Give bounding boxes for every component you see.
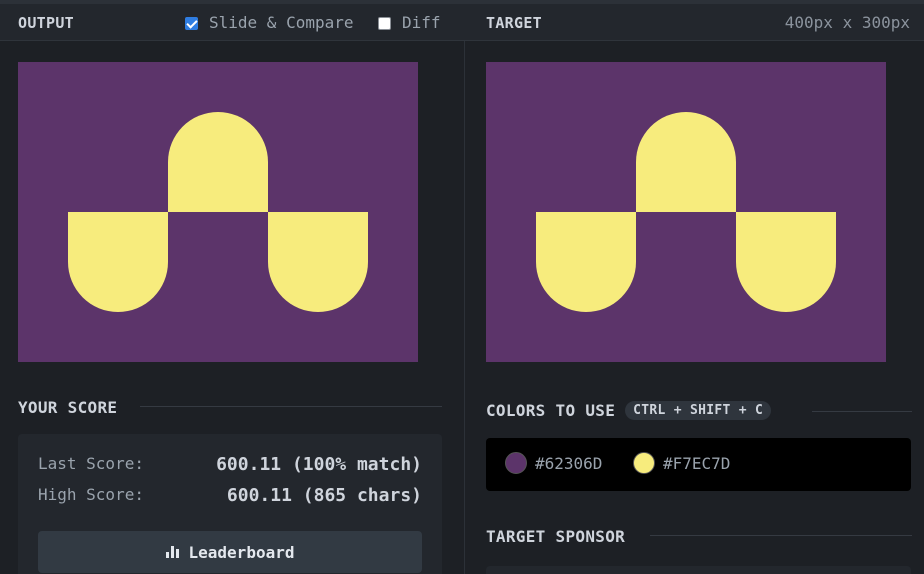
color-shortcut-badge: CTRL + SHIFT + C (625, 401, 772, 420)
target-right-arch (736, 212, 836, 312)
color-hex-label[interactable]: #62306D (535, 454, 602, 473)
your-score-heading: YOUR SCORE (18, 398, 118, 417)
last-score-value: 600.11 (100% match) (216, 454, 422, 475)
target-top-arch (636, 112, 736, 212)
color-hex-label[interactable]: #F7EC7D (663, 454, 730, 473)
diff-toggle[interactable]: Diff (378, 13, 441, 32)
slide-compare-checkbox[interactable] (185, 16, 198, 30)
bar-chart-icon (165, 546, 179, 558)
slide-compare-label[interactable]: Slide & Compare (209, 13, 354, 32)
high-score-value: 600.11 (865 chars) (226, 485, 422, 506)
color-swatch-purple[interactable]: #62306D (505, 452, 602, 474)
target-title: TARGET (486, 14, 542, 32)
diff-label[interactable]: Diff (402, 13, 441, 32)
target-canvas (486, 62, 886, 362)
output-canvas[interactable] (18, 62, 418, 362)
color-swatch-yellow[interactable]: #F7EC7D (633, 452, 730, 474)
score-heading-rule (140, 406, 442, 407)
slide-compare-toggle[interactable]: Slide & Compare (185, 13, 354, 32)
diff-checkbox[interactable] (378, 16, 391, 30)
color-dot[interactable] (633, 452, 655, 474)
color-dot[interactable] (505, 452, 527, 474)
output-left-arch (68, 212, 168, 312)
output-title: OUTPUT (18, 14, 74, 32)
header-bar: OUTPUT Slide & Compare Diff TARGET 400px… (0, 4, 924, 41)
colors-heading: COLORS TO USE CTRL + SHIFT + C (486, 401, 772, 420)
target-left-arch (536, 212, 636, 312)
score-panel: Last Score: 600.11 (100% match) High Sco… (18, 434, 442, 574)
high-score-label: High Score: (38, 485, 144, 504)
panel-divider (464, 41, 465, 574)
output-top-arch (168, 112, 268, 212)
last-score-label: Last Score: (38, 454, 144, 473)
colors-heading-rule (812, 411, 912, 412)
canvas-dimensions: 400px x 300px (784, 13, 910, 32)
sponsor-heading-rule (650, 535, 912, 536)
color-palette: #62306D #F7EC7D (486, 438, 911, 491)
sponsor-panel (486, 566, 911, 574)
target-sponsor-heading: TARGET SPONSOR (486, 527, 626, 546)
colors-heading-text: COLORS TO USE (486, 401, 616, 420)
output-right-arch (268, 212, 368, 312)
leaderboard-button[interactable]: Leaderboard (38, 531, 422, 573)
leaderboard-label[interactable]: Leaderboard (189, 543, 295, 562)
